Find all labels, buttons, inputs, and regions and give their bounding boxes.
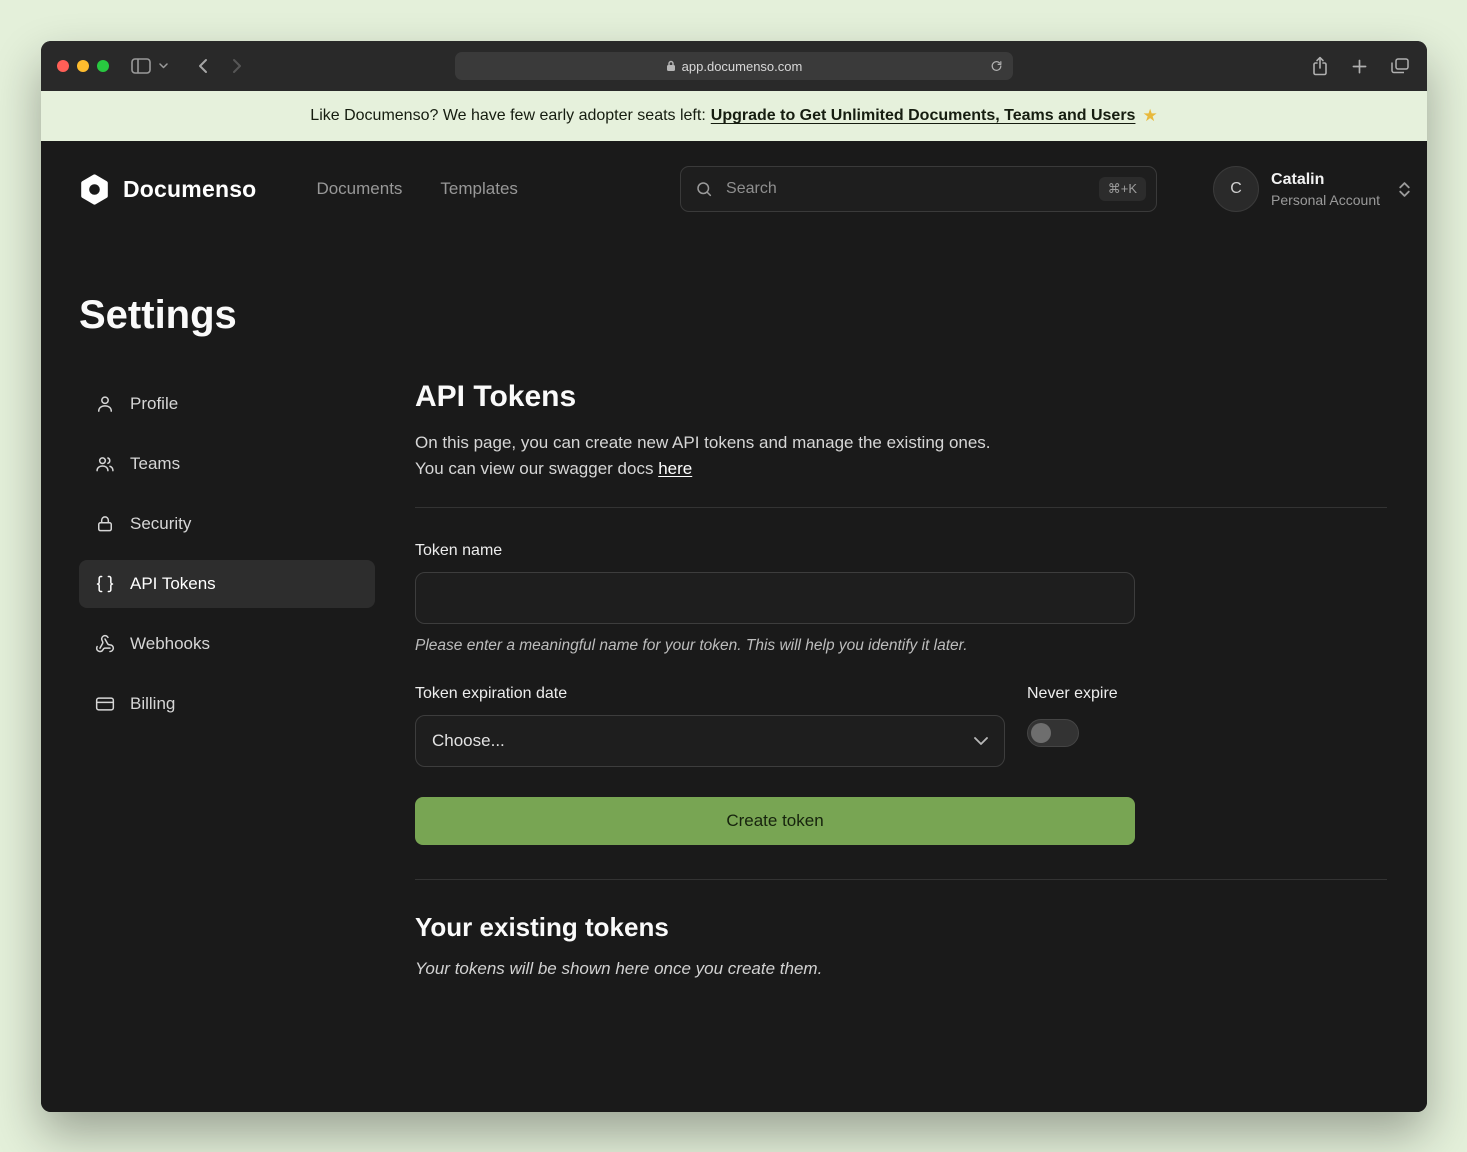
promo-text: Like Documenso? We have few early adopte…: [310, 107, 705, 125]
sidebar-item-billing[interactable]: Billing: [79, 680, 375, 728]
chevron-up-down-icon: [1398, 181, 1411, 198]
search-input[interactable]: [724, 179, 1088, 199]
url-text: app.documenso.com: [682, 59, 803, 74]
app-header: Documenso Documents Templates ⌘+K C Cata…: [41, 141, 1427, 237]
refresh-icon[interactable]: [988, 58, 1005, 75]
sidebar-item-security[interactable]: Security: [79, 500, 375, 548]
expiration-select[interactable]: Choose...: [415, 715, 1005, 767]
back-button[interactable]: [196, 56, 210, 76]
window-controls: [57, 60, 109, 72]
toolbar-right-icons: [1310, 54, 1411, 78]
token-name-label: Token name: [415, 542, 1135, 560]
documenso-logo[interactable]: Documenso: [79, 174, 256, 205]
forward-button[interactable]: [230, 56, 244, 76]
webhook-icon: [95, 634, 115, 654]
sidebar-item-profile[interactable]: Profile: [79, 380, 375, 428]
sidebar-item-teams[interactable]: Teams: [79, 440, 375, 488]
promo-banner: Like Documenso? We have few early adopte…: [41, 91, 1427, 141]
address-bar[interactable]: app.documenso.com: [455, 52, 1013, 80]
token-name-hint: Please enter a meaningful name for your …: [415, 637, 1135, 655]
create-token-form: Token name Please enter a meaningful nam…: [415, 542, 1135, 845]
expiration-value: Choose...: [432, 731, 505, 751]
sidebar-item-label: Webhooks: [130, 634, 210, 654]
new-tab-icon[interactable]: [1350, 57, 1369, 76]
page-title: Settings: [79, 293, 1387, 338]
description-line1: On this page, you can create new API tok…: [415, 433, 991, 452]
account-menu[interactable]: C Catalin Personal Account: [1213, 166, 1411, 212]
braces-icon: [95, 574, 115, 594]
documenso-logo-icon: [79, 174, 110, 205]
share-icon[interactable]: [1310, 54, 1330, 78]
sidebar-item-label: API Tokens: [130, 574, 216, 594]
search-shortcut-badge: ⌘+K: [1099, 177, 1146, 201]
search-icon: [695, 180, 713, 198]
user-icon: [95, 394, 115, 414]
close-window-button[interactable]: [57, 60, 69, 72]
settings-page: Settings Profile Teams Security: [41, 237, 1427, 1112]
never-expire-field: Never expire: [1027, 685, 1135, 751]
create-token-button[interactable]: Create token: [415, 797, 1135, 845]
swagger-docs-link[interactable]: here: [658, 459, 692, 478]
avatar-initial: C: [1230, 180, 1242, 198]
divider: [415, 879, 1387, 880]
lock-icon: [95, 514, 115, 534]
existing-tokens-empty-text: Your tokens will be shown here once you …: [415, 959, 1387, 979]
credit-card-icon: [95, 694, 115, 714]
upgrade-link[interactable]: Upgrade to Get Unlimited Documents, Team…: [711, 107, 1136, 125]
expiration-field: Token expiration date Choose...: [415, 685, 1005, 767]
browser-window: app.documenso.com Like Documenso? We hav…: [41, 41, 1427, 1112]
sidebar-chevron-icon[interactable]: [157, 61, 170, 71]
avatar: C: [1213, 166, 1259, 212]
token-name-input[interactable]: [415, 572, 1135, 624]
nav-documents[interactable]: Documents: [316, 179, 402, 199]
sidebar-toggle-icon[interactable]: [129, 56, 153, 76]
tab-overview-icon[interactable]: [1389, 56, 1411, 76]
api-tokens-heading: API Tokens: [415, 380, 1387, 414]
api-tokens-description: On this page, you can create new API tok…: [415, 430, 1387, 483]
never-expire-label: Never expire: [1027, 685, 1135, 703]
search-box: ⌘+K: [680, 166, 1157, 212]
star-icon: ★: [1142, 106, 1157, 126]
account-info: Catalin Personal Account: [1271, 170, 1380, 207]
main-nav: Documents Templates: [316, 179, 517, 199]
maximize-window-button[interactable]: [97, 60, 109, 72]
never-expire-toggle[interactable]: [1027, 719, 1079, 747]
users-icon: [95, 454, 115, 474]
brand-name: Documenso: [123, 176, 256, 203]
minimize-window-button[interactable]: [77, 60, 89, 72]
chevron-down-icon: [974, 737, 988, 745]
toggle-knob: [1031, 723, 1051, 743]
account-name: Catalin: [1271, 170, 1380, 189]
api-tokens-panel: API Tokens On this page, you can create …: [415, 380, 1387, 979]
sidebar-item-api-tokens[interactable]: API Tokens: [79, 560, 375, 608]
nav-templates[interactable]: Templates: [440, 179, 517, 199]
account-type: Personal Account: [1271, 192, 1380, 208]
documenso-app: Documenso Documents Templates ⌘+K C Cata…: [41, 141, 1427, 1112]
sidebar-item-label: Teams: [130, 454, 180, 474]
description-line2: You can view our swagger docs: [415, 459, 653, 478]
sidebar-item-webhooks[interactable]: Webhooks: [79, 620, 375, 668]
sidebar-item-label: Security: [130, 514, 191, 534]
settings-sidebar: Profile Teams Security API Tokens: [79, 380, 375, 979]
existing-tokens-heading: Your existing tokens: [415, 912, 1387, 943]
divider: [415, 507, 1387, 508]
browser-toolbar: app.documenso.com: [41, 41, 1427, 91]
sidebar-item-label: Profile: [130, 394, 178, 414]
sidebar-item-label: Billing: [130, 694, 175, 714]
lock-icon: [666, 60, 676, 72]
expiration-label: Token expiration date: [415, 685, 1005, 703]
